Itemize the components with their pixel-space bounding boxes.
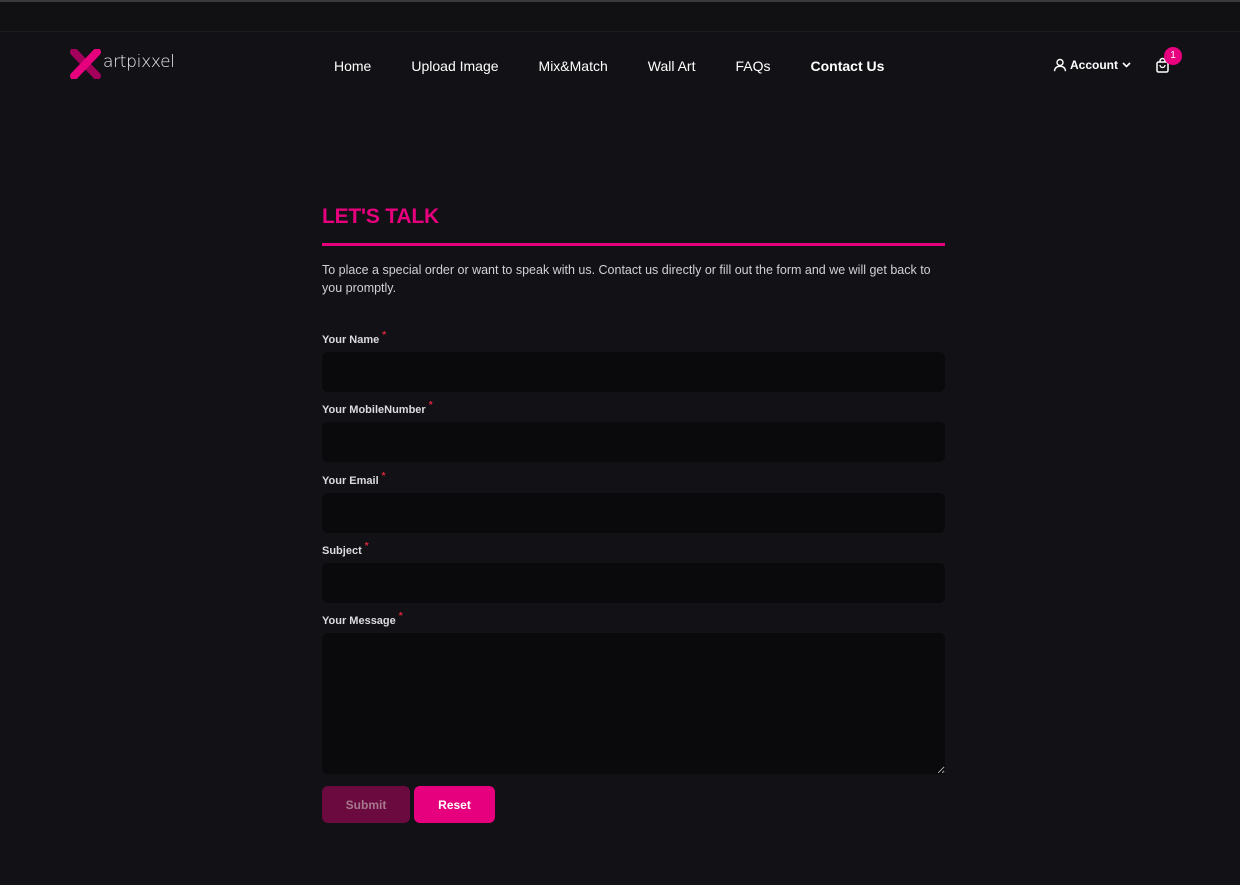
mobile-field-group: Your MobileNumber * bbox=[322, 400, 945, 462]
message-label: Your Message * bbox=[322, 611, 945, 627]
account-menu[interactable]: Account bbox=[1053, 58, 1134, 72]
email-input[interactable] bbox=[322, 493, 945, 533]
nav-contact-us[interactable]: Contact Us bbox=[811, 58, 885, 74]
nav-mix-match[interactable]: Mix&Match bbox=[539, 58, 608, 74]
subject-label-text: Subject bbox=[322, 545, 362, 557]
required-marker: * bbox=[398, 611, 403, 622]
title-underline bbox=[322, 243, 945, 246]
brand-name: artpixxel bbox=[103, 52, 175, 72]
required-marker: * bbox=[428, 400, 433, 411]
submit-button[interactable]: Submit bbox=[322, 786, 410, 823]
mobile-label-text: Your MobileNumber bbox=[322, 404, 426, 416]
subject-input[interactable] bbox=[322, 563, 945, 603]
name-label-text: Your Name bbox=[322, 334, 380, 346]
contact-form: Your Name * Your MobileNumber * Your Email… bbox=[322, 330, 945, 823]
page-title: LET'S TALK bbox=[322, 205, 439, 228]
intro-text: To place a special order or want to spea… bbox=[322, 263, 931, 295]
form-actions: Submit Reset bbox=[322, 786, 945, 823]
site-header: artpixxel Home Upload Image Mix&Match Wa… bbox=[0, 32, 1240, 102]
chevron-down-icon bbox=[1122, 62, 1131, 68]
message-field-group: Your Message * bbox=[322, 611, 945, 774]
required-marker: * bbox=[364, 541, 369, 552]
email-label: Your Email * bbox=[322, 471, 945, 487]
account-label: Account bbox=[1070, 58, 1118, 72]
brand-logo[interactable]: artpixxel bbox=[70, 49, 175, 79]
name-label: Your Name * bbox=[322, 330, 945, 346]
browser-top-strip bbox=[0, 0, 1240, 32]
cart-count-badge: 1 bbox=[1164, 47, 1182, 65]
mobile-label: Your MobileNumber * bbox=[322, 400, 945, 416]
nav-faqs[interactable]: FAQs bbox=[735, 58, 770, 74]
main-nav: Home Upload Image Mix&Match Wall Art FAQ… bbox=[334, 58, 924, 74]
subject-label: Subject * bbox=[322, 541, 945, 557]
nav-upload-image[interactable]: Upload Image bbox=[411, 58, 498, 74]
required-marker: * bbox=[381, 471, 386, 482]
name-field-group: Your Name * bbox=[322, 330, 945, 392]
email-field-group: Your Email * bbox=[322, 471, 945, 533]
nav-home[interactable]: Home bbox=[334, 58, 371, 74]
contact-section: LET'S TALK To place a special order or w… bbox=[322, 203, 945, 823]
user-icon bbox=[1053, 58, 1067, 72]
nav-wall-art[interactable]: Wall Art bbox=[648, 58, 696, 74]
message-textarea[interactable] bbox=[322, 633, 945, 774]
artpixxel-x-logo-icon bbox=[70, 49, 101, 79]
reset-button[interactable]: Reset bbox=[414, 786, 495, 823]
email-label-text: Your Email bbox=[322, 475, 379, 487]
name-input[interactable] bbox=[322, 352, 945, 392]
subject-field-group: Subject * bbox=[322, 541, 945, 603]
required-marker: * bbox=[382, 330, 387, 341]
message-label-text: Your Message bbox=[322, 615, 396, 627]
mobile-number-input[interactable] bbox=[322, 422, 945, 462]
